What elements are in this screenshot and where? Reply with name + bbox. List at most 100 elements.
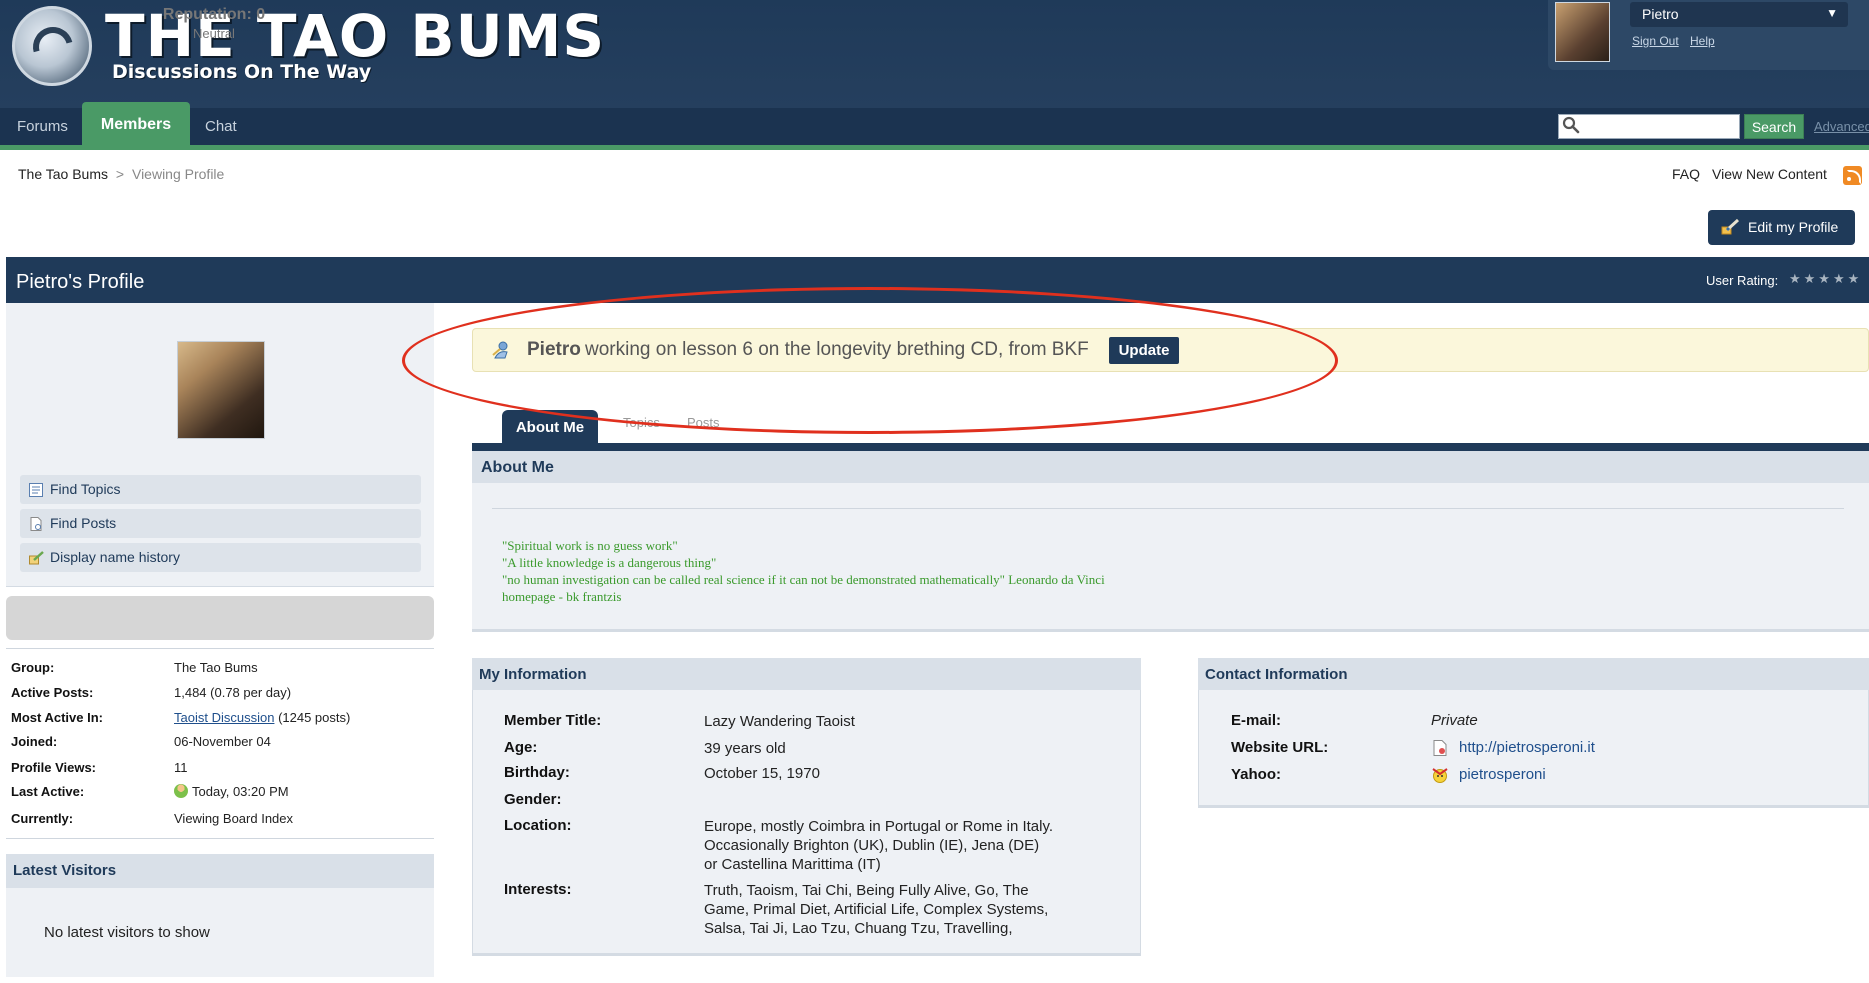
info-label-birthday: Birthday: xyxy=(504,764,570,781)
site-tagline: Discussions On The Way xyxy=(112,61,372,83)
post-document-icon xyxy=(30,517,42,531)
yahoo-messenger-icon xyxy=(1432,768,1448,783)
info-label-interests: Interests: xyxy=(504,881,572,898)
info-value-currently: Viewing Board Index xyxy=(174,811,294,826)
divider xyxy=(492,508,1844,509)
info-value-age: 39 years old xyxy=(704,740,786,757)
location-line: or Castellina Marittima (IT) xyxy=(704,856,881,873)
status-user-name[interactable]: Pietro xyxy=(527,339,581,361)
about-me-title: About Me xyxy=(481,459,554,476)
user-menu-name: Pietro xyxy=(1642,6,1679,22)
breadcrumb-current: Viewing Profile xyxy=(131,166,225,182)
tabs-underline xyxy=(472,443,1869,451)
info-label-joined: Joined: xyxy=(11,734,58,749)
interests-line: Game, Primal Diet, Artificial Life, Comp… xyxy=(704,901,1049,918)
faq-link[interactable]: FAQ xyxy=(1672,166,1700,182)
help-link[interactable]: Help xyxy=(1690,34,1715,48)
name-history-icon xyxy=(29,551,44,565)
topics-list-icon xyxy=(29,483,43,497)
reputation-level: Neutral xyxy=(193,26,235,41)
most-active-forum-link[interactable]: Taoist Discussion xyxy=(174,710,274,725)
breadcrumb-root[interactable]: The Tao Bums xyxy=(18,166,108,182)
interests-line: Salsa, Tai Ji, Lao Tzu, Chuang Tzu, Trav… xyxy=(704,920,1013,937)
tab-topics[interactable]: Topics xyxy=(623,415,660,430)
info-label-most-active: Most Active In: xyxy=(11,710,103,725)
advanced-search-link[interactable]: Advanced xyxy=(1814,119,1869,134)
tab-about-me[interactable]: About Me xyxy=(502,410,598,444)
interests-line: Truth, Taoism, Tai Chi, Being Fully Aliv… xyxy=(704,882,1029,899)
status-person-icon xyxy=(492,341,508,359)
tab-posts[interactable]: Posts xyxy=(687,415,720,430)
profile-photo xyxy=(177,341,265,439)
latest-visitors-title: Latest Visitors xyxy=(13,862,117,879)
about-quote-line: "Spiritual work is no guess work" xyxy=(502,538,678,553)
profile-header-bar xyxy=(6,257,1869,303)
find-topics-button[interactable]: Find Topics xyxy=(20,475,421,504)
search-button[interactable]: Search xyxy=(1744,114,1804,139)
info-label-profile-views: Profile Views: xyxy=(11,760,97,775)
display-name-history-button[interactable]: Display name history xyxy=(20,543,421,572)
info-value-profile-views: 11 xyxy=(174,760,188,775)
nav-tab-forums[interactable]: Forums xyxy=(17,118,68,135)
info-label-last-active: Last Active: xyxy=(11,784,85,799)
my-information-title: My Information xyxy=(479,666,587,683)
edit-pencil-icon xyxy=(1721,218,1740,235)
info-value-interests: Truth, Taoism, Tai Chi, Being Fully Aliv… xyxy=(704,881,1048,938)
most-active-post-count: (1245 posts) xyxy=(278,710,351,725)
search-input[interactable] xyxy=(1558,114,1740,139)
view-new-content-link[interactable]: View New Content xyxy=(1712,166,1827,182)
info-label-group: Group: xyxy=(11,660,55,675)
contact-information-title: Contact Information xyxy=(1205,666,1348,683)
info-label-location: Location: xyxy=(504,817,572,834)
info-label-member-title: Member Title: xyxy=(504,712,602,729)
about-quote-line: "A little knowledge is a dangerous thing… xyxy=(502,555,717,570)
user-menu-dropdown[interactable]: Pietro ▼ xyxy=(1630,2,1848,27)
search-icon xyxy=(1562,116,1580,134)
info-value-active-posts: 1,484 (0.78 per day) xyxy=(174,685,292,700)
user-avatar[interactable] xyxy=(1555,2,1610,62)
user-rating-label: User Rating: xyxy=(1706,273,1779,288)
info-value-member-title: Lazy Wandering Taoist xyxy=(704,713,855,730)
website-icon xyxy=(1433,740,1447,756)
info-value-location: Europe, mostly Coimbra in Portugal or Ro… xyxy=(704,817,1053,874)
update-status-button[interactable]: Update xyxy=(1109,337,1179,364)
location-line: Occasionally Brighton (UK), Dublin (IE),… xyxy=(704,837,1040,854)
info-value-joined: 06-November 04 xyxy=(174,734,271,749)
info-label-active-posts: Active Posts: xyxy=(11,685,94,700)
info-label-gender: Gender: xyxy=(504,791,562,808)
info-value-last-active: Today, 03:20 PM xyxy=(174,784,289,799)
nav-tab-members[interactable]: Members xyxy=(82,102,190,150)
location-line: Europe, mostly Coimbra in Portugal or Ro… xyxy=(704,818,1054,835)
last-active-time: Today, 03:20 PM xyxy=(192,784,289,799)
latest-visitors-empty-text: No latest visitors to show xyxy=(44,924,210,941)
contact-value-email: Private xyxy=(1431,712,1478,729)
contact-label-website: Website URL: xyxy=(1231,739,1329,756)
breadcrumb-separator: > xyxy=(115,166,125,182)
online-user-icon xyxy=(174,784,188,798)
yahoo-id-link[interactable]: pietrosperoni xyxy=(1459,766,1546,783)
website-url-link[interactable]: http://pietrosperoni.it xyxy=(1459,739,1595,756)
reputation-box xyxy=(6,596,434,640)
contact-label-email: E-mail: xyxy=(1231,712,1282,729)
divider xyxy=(6,838,434,839)
sign-out-link[interactable]: Sign Out xyxy=(1632,34,1679,48)
about-homepage-link[interactable]: homepage - bk frantzis xyxy=(502,589,621,605)
info-label-currently: Currently: xyxy=(11,811,74,826)
rating-stars[interactable]: ★★★★★ xyxy=(1789,271,1862,287)
about-me-header xyxy=(472,451,1869,483)
profile-title: Pietro's Profile xyxy=(16,271,145,293)
divider xyxy=(6,648,434,649)
info-value-birthday: October 15, 1970 xyxy=(704,765,820,782)
rss-feed-icon[interactable] xyxy=(1843,166,1862,185)
info-value-most-active: Taoist Discussion (1245 posts) xyxy=(174,710,350,725)
find-posts-button[interactable]: Find Posts xyxy=(20,509,421,538)
info-label-age: Age: xyxy=(504,739,538,756)
about-quote-line: "no human investigation can be called re… xyxy=(502,572,1105,587)
status-message: working on lesson 6 on the longevity bre… xyxy=(585,339,1089,360)
info-value-group: The Tao Bums xyxy=(174,660,258,675)
reputation-title: Reputation: 0 xyxy=(162,6,266,23)
breadcrumb: The Tao Bums > Viewing Profile xyxy=(18,166,224,182)
contact-label-yahoo: Yahoo: xyxy=(1231,766,1282,783)
nav-tab-chat[interactable]: Chat xyxy=(205,118,237,135)
chevron-down-icon: ▼ xyxy=(1826,6,1838,20)
